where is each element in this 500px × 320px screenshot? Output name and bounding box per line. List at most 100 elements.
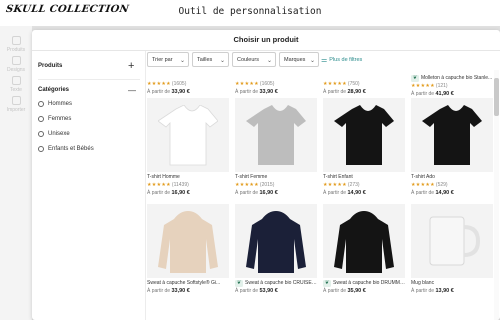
eco-leaf-icon: ❦: [323, 280, 331, 287]
product-card[interactable]: ❦ Sweat à capuche bio CRUISER ... À partir…: [235, 204, 317, 306]
sliders-icon: ⚌: [321, 57, 328, 64]
rail-item-text[interactable]: Texte: [0, 76, 32, 93]
product-card[interactable]: ★★★★★(750) À partir de 28,90 €: [323, 70, 405, 99]
dropdown-label: Tailles: [197, 57, 213, 63]
rating-stars: ★★★★★(1605): [235, 81, 275, 87]
product-name: Mug blanc: [411, 280, 435, 286]
product-image: [147, 98, 229, 172]
category-unisexe[interactable]: Unisexe: [38, 131, 70, 137]
rail-item-upload[interactable]: Importer: [0, 96, 32, 113]
product-price: À partir de 14,90 €: [323, 190, 366, 196]
product-picker-modal: Choisir un produit Produits + Catégories…: [32, 30, 500, 320]
page-title: Outil de personnalisation: [178, 6, 322, 17]
unisex-icon: [38, 131, 44, 137]
categories-heading: Catégories: [38, 87, 70, 93]
female-icon: [38, 116, 44, 122]
product-price: À partir de 16,90 €: [235, 190, 278, 196]
category-label: Hommes: [48, 101, 73, 107]
product-price: À partir de 13,90 €: [411, 288, 454, 294]
left-tool-rail: Produits Designs Texte Importer: [0, 26, 32, 320]
rail-item-label: Designs: [6, 67, 26, 73]
product-name: T-shirt Ado: [411, 174, 435, 180]
rating-stars: ★★★★★(273): [323, 182, 360, 188]
tee-image: [158, 105, 218, 166]
chevron-down-icon: ⌄: [266, 57, 272, 64]
rating-stars: ★★★★★(11439): [147, 182, 189, 188]
rating-stars: ★★★★★(121): [411, 83, 448, 89]
product-price: À partir de 28,90 €: [323, 89, 366, 95]
product-card[interactable]: T-shirt Femme ★★★★★(2015) À partir de 16,9…: [235, 98, 317, 200]
category-label: Femmes: [48, 116, 72, 122]
rail-item-label: Texte: [10, 87, 22, 93]
rail-item-label: Importer: [6, 107, 26, 113]
dropdown-label: Couleurs: [237, 57, 260, 63]
product-price: À partir de 41,90 €: [411, 91, 454, 97]
product-card[interactable]: Sweat à capuche Softstyle® Gi... À partir…: [147, 204, 229, 306]
product-image: [411, 204, 493, 278]
dropdown-label: Marques: [284, 57, 306, 63]
upload-icon: [11, 96, 21, 105]
category-femmes[interactable]: Femmes: [38, 116, 71, 122]
product-price: À partir de 33,90 €: [235, 89, 278, 95]
tee-image: [246, 105, 306, 165]
hoodie-image: [246, 211, 306, 273]
rating-stars: ★★★★★(529): [411, 182, 448, 188]
top-bar: SKULL COLLECTION Outil de personnalisati…: [0, 0, 500, 26]
product-card[interactable]: ★★★★★(1605) À partir de 33,90 €: [235, 70, 317, 99]
brands-dropdown[interactable]: Marques ⌄: [279, 52, 319, 67]
eco-leaf-icon: ❦: [411, 75, 419, 82]
product-image: [323, 98, 405, 172]
product-card[interactable]: T-shirt Enfant ★★★★★(273) À partir de 14,9…: [323, 98, 405, 200]
products-heading: Produits: [38, 63, 63, 69]
product-name: Sweat à capuche bio DRUMME...: [333, 280, 405, 286]
product-image: [147, 204, 229, 278]
product-card[interactable]: T-shirt Ado ★★★★★(529) À partir de 14,90 €: [411, 98, 493, 200]
product-price: À partir de 33,90 €: [147, 89, 190, 95]
rating-stars: ★★★★★(2015): [235, 182, 275, 188]
scrollbar-thumb[interactable]: [494, 78, 499, 116]
rail-item-products[interactable]: Produits: [0, 36, 32, 53]
text-icon: [11, 76, 21, 85]
more-filters-label: Plus de filtres: [329, 57, 363, 63]
product-price: À partir de 33,90 €: [147, 288, 190, 294]
product-name: Sweat à capuche Softstyle® Gi...: [147, 280, 221, 286]
chevron-down-icon: ⌄: [309, 57, 315, 64]
category-hommes[interactable]: Hommes: [38, 101, 72, 107]
category-enfants-bebes[interactable]: Enfants et Bébés: [38, 146, 94, 152]
sort-dropdown[interactable]: Trier par ⌄: [147, 52, 189, 67]
hoodie-image: [158, 211, 218, 273]
product-name: Sweat à capuche bio CRUISER ...: [245, 280, 317, 286]
baby-icon: [38, 146, 44, 152]
product-price: À partir de 35,90 €: [323, 288, 366, 294]
dropdown-label: Trier par: [152, 57, 173, 63]
product-card[interactable]: ★★★★★(1605) À partir de 33,90 €: [147, 70, 229, 99]
rail-item-designs[interactable]: Designs: [0, 56, 32, 73]
chevron-down-icon: ⌄: [179, 57, 185, 64]
product-price: À partir de 53,90 €: [235, 288, 278, 294]
product-image: [411, 98, 493, 172]
divider: [38, 79, 140, 80]
more-filters-button[interactable]: ⚌ Plus de filtres: [321, 56, 362, 64]
product-card[interactable]: T-shirt Homme ★★★★★(11439) À partir de 16,…: [147, 98, 229, 200]
modal-title: Choisir un produit: [233, 35, 299, 44]
sizes-dropdown[interactable]: Tailles ⌄: [192, 52, 229, 67]
product-grid: ★★★★★(1605) À partir de 33,90 € ★★★★★(16…: [147, 70, 493, 320]
colors-dropdown[interactable]: Couleurs ⌄: [232, 52, 276, 67]
product-card[interactable]: ❦ Sweat à capuche bio DRUMME... À partir d…: [323, 204, 405, 306]
expand-products-button[interactable]: +: [128, 61, 134, 72]
rating-stars: ★★★★★(750): [323, 81, 360, 87]
eco-leaf-icon: ❦: [235, 280, 243, 287]
hoodie-image: [334, 211, 394, 273]
rail-item-label: Produits: [6, 47, 26, 53]
filter-sidebar: Produits + Catégories — Hommes Femmes Un…: [32, 51, 146, 320]
mug-image: [429, 216, 481, 266]
product-name: T-shirt Femme: [235, 174, 268, 180]
category-label: Enfants et Bébés: [48, 146, 94, 152]
rating-stars: ★★★★★(1605): [147, 81, 187, 87]
tee-image: [334, 105, 394, 165]
collapse-categories-button[interactable]: —: [128, 86, 136, 96]
product-card[interactable]: ❦ Molleton à capuche bio Stanle... ★★★★★…: [411, 70, 493, 101]
filter-bar: Trier par ⌄ Tailles ⌄ Couleurs ⌄ Marques ⌄ ⚌…: [147, 52, 500, 70]
product-card[interactable]: Mug blanc À partir de 13,90 €: [411, 204, 493, 306]
brush-icon: [11, 56, 21, 65]
